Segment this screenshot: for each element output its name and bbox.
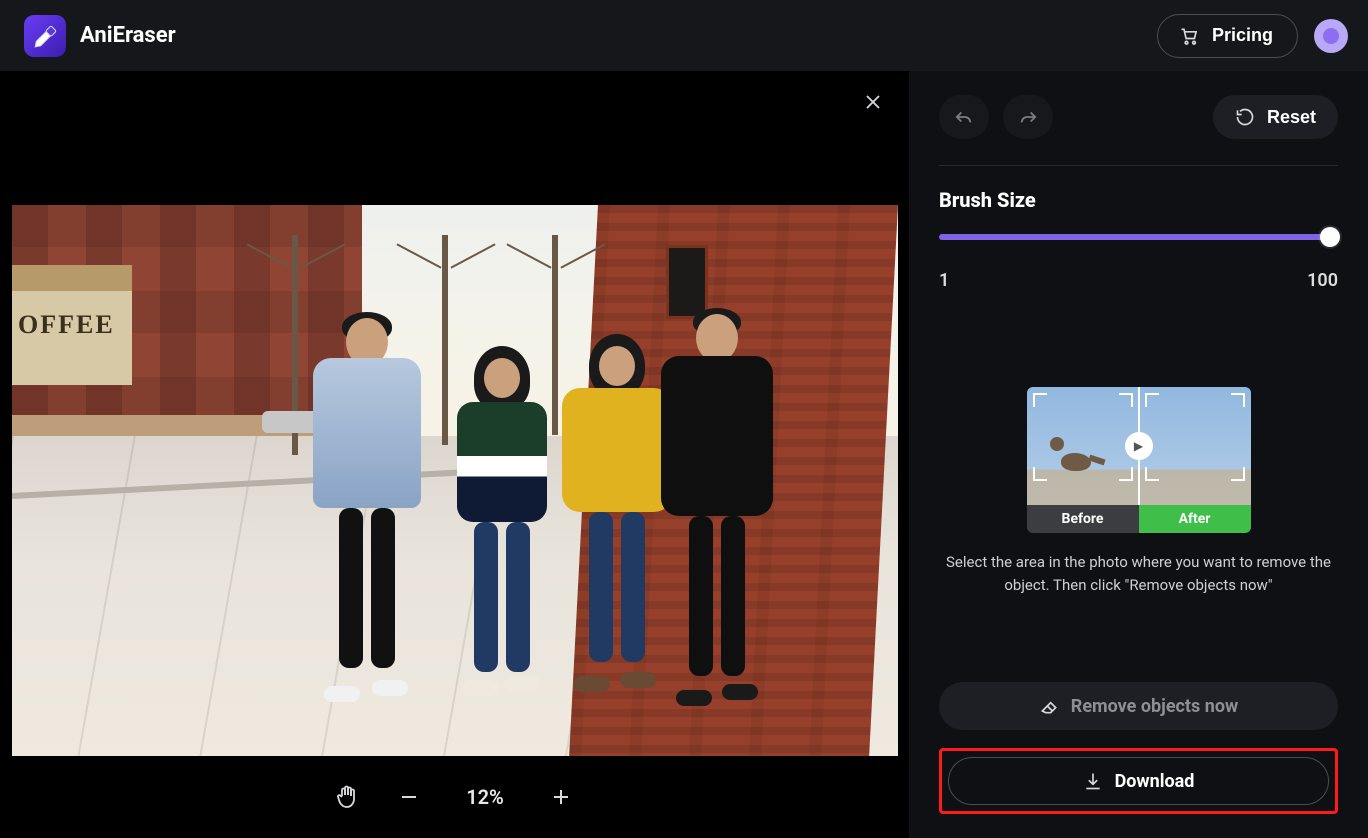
slider-thumb[interactable] (1320, 227, 1340, 247)
pricing-label: Pricing (1212, 25, 1273, 46)
pan-tool-button[interactable] (333, 783, 361, 811)
app-header: AniEraser Pricing (0, 0, 1368, 71)
avatar[interactable] (1314, 19, 1348, 53)
reset-button[interactable]: Reset (1213, 95, 1338, 139)
canvas-area: OFFEE (0, 71, 908, 838)
main: OFFEE (0, 71, 1368, 838)
hand-icon (335, 784, 359, 810)
preview-before-image (1027, 387, 1139, 505)
eraser-icon (1039, 696, 1059, 716)
download-button[interactable]: Download (948, 757, 1329, 805)
download-label: Download (1115, 771, 1195, 792)
preview-before-label: Before (1027, 505, 1139, 533)
reset-label: Reset (1267, 107, 1316, 128)
brand: AniEraser (24, 15, 176, 57)
cart-icon (1178, 26, 1200, 46)
slider-max-label: 100 (1307, 270, 1338, 291)
photo-canvas[interactable]: OFFEE (12, 205, 898, 756)
header-right: Pricing (1157, 14, 1348, 58)
plus-icon (551, 787, 571, 807)
app-name: AniEraser (80, 23, 176, 48)
close-button[interactable] (864, 93, 886, 115)
remove-objects-label: Remove objects now (1071, 696, 1238, 717)
app-logo-icon (24, 15, 66, 57)
sidebar-top: Reset (939, 95, 1338, 139)
download-highlight: Download (939, 748, 1338, 814)
hint-text: Select the area in the photo where you w… (939, 551, 1338, 596)
zoom-out-button[interactable] (395, 783, 423, 811)
redo-button[interactable] (1003, 95, 1053, 139)
brush-size-slider[interactable]: 1 100 (939, 234, 1338, 291)
zoom-in-button[interactable] (547, 783, 575, 811)
photo-sign-text: OFFEE (12, 265, 132, 385)
chevron-right-icon: ▶ (1125, 432, 1153, 460)
brush-size-title: Brush Size (939, 188, 1338, 212)
remove-objects-button[interactable]: Remove objects now (939, 682, 1338, 730)
minus-icon (399, 787, 419, 807)
app-root: AniEraser Pricing (0, 0, 1368, 838)
divider (939, 165, 1338, 166)
zoom-level-label: 12% (457, 785, 513, 809)
avatar-icon (1323, 28, 1339, 44)
preview-after-label: After (1139, 505, 1251, 533)
slider-min-label: 1 (939, 270, 949, 291)
undo-button[interactable] (939, 95, 989, 139)
reset-icon (1235, 107, 1255, 127)
download-icon (1083, 771, 1103, 791)
preview-after-image (1139, 387, 1251, 505)
before-after-preview: ▶ Before After (1027, 387, 1251, 533)
sidebar: Reset Brush Size 1 100 (908, 71, 1368, 838)
close-icon (864, 93, 882, 111)
redo-icon (1017, 108, 1039, 126)
pricing-button[interactable]: Pricing (1157, 14, 1298, 58)
canvas-footer: 12% (0, 756, 908, 838)
undo-icon (953, 108, 975, 126)
compare-slider[interactable]: ▶ (1138, 387, 1140, 505)
